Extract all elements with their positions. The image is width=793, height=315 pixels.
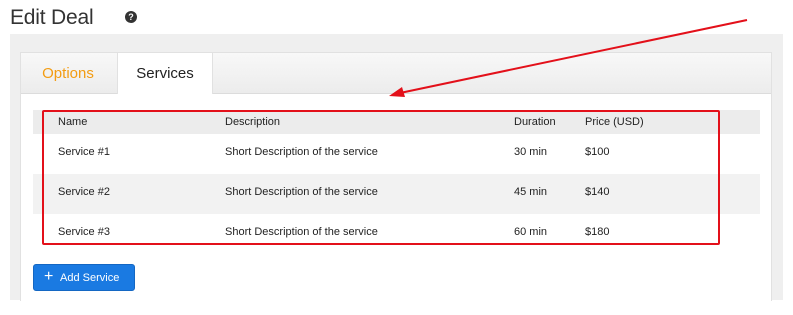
table-row[interactable]: Service #3 Short Description of the serv…	[33, 214, 760, 254]
plus-icon: +	[44, 268, 54, 285]
column-header-duration[interactable]: Duration	[514, 116, 556, 128]
service-duration: 30 min	[514, 146, 548, 158]
service-name: Service #3	[58, 226, 110, 238]
table-row[interactable]: Service #1 Short Description of the serv…	[33, 134, 760, 174]
add-service-button[interactable]: + Add Service	[33, 264, 135, 291]
column-header-price[interactable]: Price (USD)	[585, 116, 644, 128]
tab-services[interactable]: Services	[117, 53, 213, 94]
service-name: Service #2	[58, 186, 110, 198]
table-header-row: Name Description Duration Price (USD)	[33, 110, 760, 134]
service-duration: 45 min	[514, 186, 548, 198]
service-description: Short Description of the service	[225, 186, 378, 198]
tab-options[interactable]: Options	[21, 53, 115, 94]
services-table: Name Description Duration Price (USD) Se…	[33, 110, 760, 254]
page-title: Edit Deal	[10, 6, 94, 29]
column-header-name[interactable]: Name	[58, 116, 87, 128]
table-row[interactable]: Service #2 Short Description of the serv…	[33, 174, 760, 214]
service-duration: 60 min	[514, 226, 548, 238]
service-name: Service #1	[58, 146, 110, 158]
column-header-description[interactable]: Description	[225, 116, 280, 128]
service-description: Short Description of the service	[225, 226, 378, 238]
service-price: $140	[585, 186, 610, 198]
service-price: $100	[585, 146, 610, 158]
service-price: $180	[585, 226, 610, 238]
service-description: Short Description of the service	[225, 146, 378, 158]
tab-bar: Options Services	[21, 53, 771, 94]
add-service-label: Add Service	[60, 272, 120, 284]
question-circle-icon[interactable]: ?	[125, 11, 137, 23]
